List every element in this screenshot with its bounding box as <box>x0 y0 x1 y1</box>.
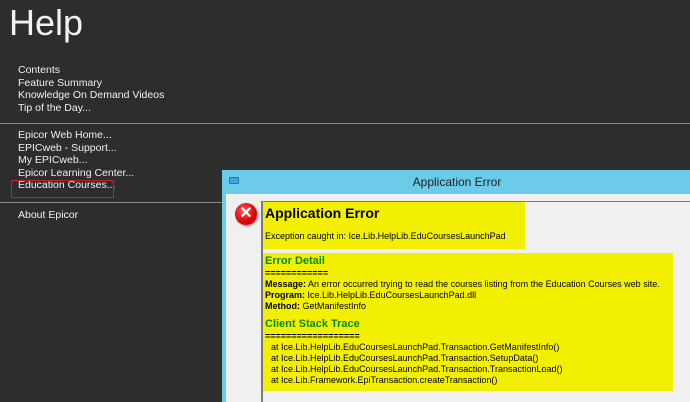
stack-line: at Ice.Lib.HelpLib.EduCoursesLaunchPad.T… <box>271 364 563 374</box>
menu-item-knowledge-videos[interactable]: Knowledge On Demand Videos <box>18 89 164 102</box>
detail-heading: Error Detail <box>265 255 325 267</box>
error-detail: Error Detail ============ Message: An er… <box>263 253 673 391</box>
page-title: Help <box>9 2 84 43</box>
highlight-box <box>11 180 114 198</box>
program-value: Ice.Lib.HelpLib.EduCoursesLaunchPad.dll <box>305 290 477 300</box>
menu-item-epicor-web-home[interactable]: Epicor Web Home... <box>18 129 134 142</box>
menu-item-epicweb-support[interactable]: EPICweb - Support... <box>18 142 134 155</box>
stack-rule: ================== <box>265 331 360 341</box>
detail-rule: ============ <box>265 268 329 278</box>
exception-text: Exception caught in: Ice.Lib.HelpLib.Edu… <box>265 231 506 241</box>
application-error-dialog: Application Error ✕ Application Error Ex… <box>222 170 690 402</box>
program-line: Program: Ice.Lib.HelpLib.EduCoursesLaunc… <box>265 290 671 301</box>
message-line: Message: An error occurred trying to rea… <box>265 279 671 290</box>
stack-heading: Client Stack Trace <box>265 318 360 330</box>
error-content: Application Error Exception caught in: I… <box>261 201 690 402</box>
program-label: Program: <box>265 290 306 300</box>
stack-line: at Ice.Lib.Framework.EpiTransaction.crea… <box>271 375 498 385</box>
menu-item-about-epicor[interactable]: About Epicor <box>18 209 78 222</box>
method-value: GetManifestInfo <box>300 301 367 311</box>
menu-item-tip-of-day[interactable]: Tip of the Day... <box>18 102 164 115</box>
stack-line: at Ice.Lib.HelpLib.EduCoursesLaunchPad.T… <box>271 342 560 352</box>
menu-item-feature-summary[interactable]: Feature Summary <box>18 77 164 90</box>
message-label: Message: <box>265 279 307 289</box>
error-summary: Application Error Exception caught in: I… <box>263 202 525 249</box>
dialog-title: Application Error <box>412 175 502 189</box>
dialog-body: ✕ Application Error Exception caught in:… <box>226 194 690 402</box>
error-heading: Application Error <box>265 205 380 221</box>
help-menu-group-3: About Epicor <box>18 209 78 222</box>
help-menu-group-1: Contents Feature Summary Knowledge On De… <box>18 64 164 114</box>
method-label: Method: <box>265 301 300 311</box>
menu-item-my-epicweb[interactable]: My EPICweb... <box>18 154 134 167</box>
divider <box>0 123 690 124</box>
message-value: An error occurred trying to read the cou… <box>306 279 660 289</box>
window-menu-icon[interactable] <box>229 177 239 184</box>
stack-line: at Ice.Lib.HelpLib.EduCoursesLaunchPad.T… <box>271 353 539 363</box>
error-icon: ✕ <box>235 203 257 225</box>
menu-item-learning-center[interactable]: Epicor Learning Center... <box>18 167 134 180</box>
menu-item-contents[interactable]: Contents <box>18 64 164 77</box>
method-line: Method: GetManifestInfo <box>265 301 671 312</box>
